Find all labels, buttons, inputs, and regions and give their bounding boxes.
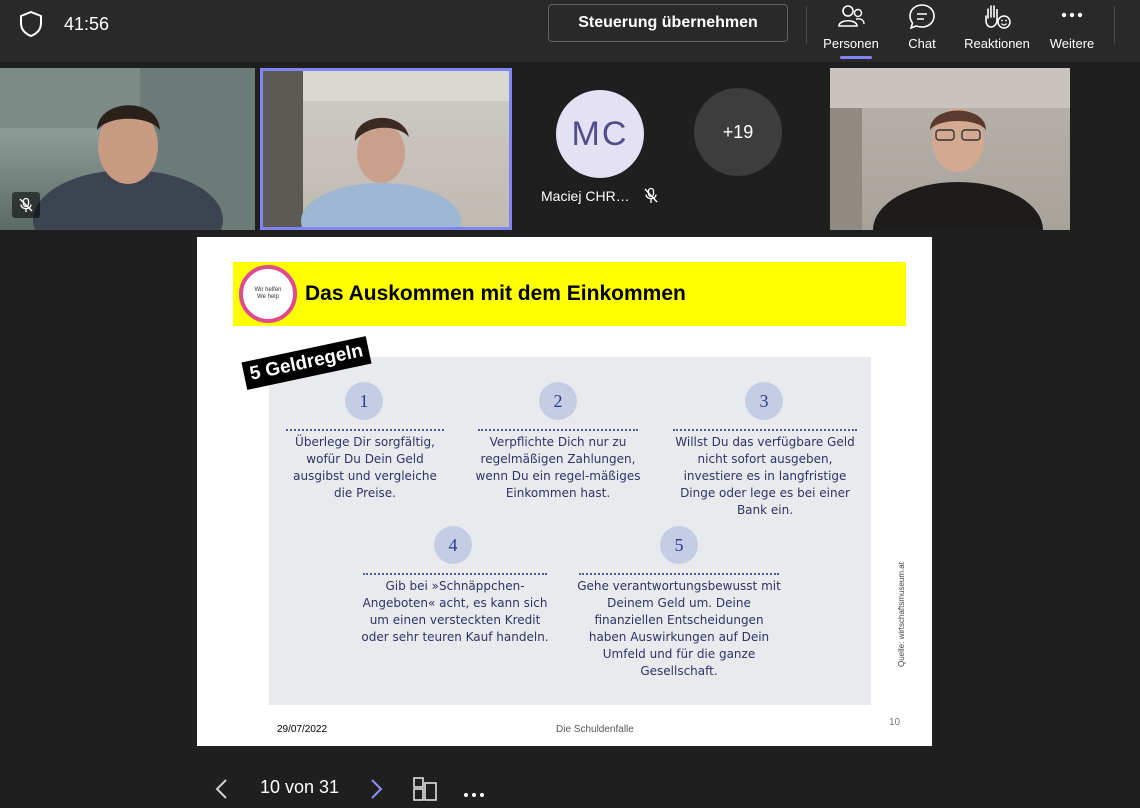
slide-title: Das Auskommen mit dem Einkommen: [305, 282, 686, 305]
chat-icon: [909, 4, 935, 30]
meeting-timer: 41:56: [64, 14, 110, 34]
wir-helfen-logo: Wir helfen We help: [239, 265, 297, 323]
rule-number: 4: [434, 526, 472, 564]
rule-text: Gehe verantwortungsbewusst mit Deinem Ge…: [577, 579, 781, 678]
rule-number: 1: [345, 382, 383, 420]
participant-avatar[interactable]: MC: [556, 90, 644, 178]
overflow-participants-button[interactable]: +19: [694, 88, 782, 176]
next-slide-button[interactable]: [366, 778, 386, 805]
slide-footer-title: Die Schuldenfalle: [556, 724, 634, 735]
logo-text-line2: We help: [257, 294, 279, 300]
participant-name: Maciej CHR…: [541, 188, 630, 204]
active-speaker-video-tile[interactable]: [260, 68, 512, 230]
rule-number: 3: [745, 382, 783, 420]
slide-pager: 10 von 31: [260, 777, 340, 797]
toolbar-divider: [806, 6, 807, 44]
participant-video-tile[interactable]: [0, 68, 255, 230]
active-tab-indicator: [840, 56, 872, 59]
chat-button[interactable]: Chat: [900, 0, 944, 58]
rule-divider: [286, 429, 444, 431]
rule-divider: [673, 429, 857, 431]
presentation-more-button[interactable]: [462, 786, 488, 804]
people-label: Personen: [823, 36, 879, 51]
chevron-right-icon: [371, 779, 383, 799]
rule-text: Gib bei »Schnäppchen-Angeboten« acht, es…: [361, 579, 549, 644]
meeting-toolbar: 41:56 Steuerung übernehmen Personen Chat…: [0, 0, 1140, 62]
more-label: Weitere: [1049, 36, 1095, 51]
people-button[interactable]: Personen: [822, 0, 880, 58]
source-note: Quelle: wirtschaftsmuseum.at: [897, 562, 906, 667]
reactions-button[interactable]: Reaktionen: [960, 0, 1034, 58]
reactions-label: Reaktionen: [964, 36, 1030, 51]
take-control-button[interactable]: Steuerung übernehmen: [548, 4, 788, 42]
rule-number: 5: [660, 526, 698, 564]
more-button[interactable]: Weitere: [1046, 0, 1098, 58]
grid-view-icon: [413, 777, 437, 801]
more-icon: [464, 793, 484, 797]
chevron-left-icon: [215, 779, 227, 799]
toolbar-divider: [1114, 6, 1115, 44]
slide-title-banner: Wir helfen We help Das Auskommen mit dem…: [233, 262, 906, 326]
shared-presentation-slide[interactable]: Wir helfen We help Das Auskommen mit dem…: [197, 237, 932, 746]
chat-label: Chat: [908, 36, 936, 51]
rule-divider: [478, 429, 638, 431]
participant-video: [830, 68, 1070, 230]
slide-thumbnails-button[interactable]: [412, 776, 438, 807]
shield-icon[interactable]: [18, 10, 44, 38]
muted-mic-badge: [12, 192, 40, 218]
rule-text: Überlege Dir sorgfältig, wofür Du Dein G…: [293, 435, 437, 500]
rule-divider: [363, 573, 547, 575]
rule-text: Verpflichte Dich nur zu regelmäßigen Zah…: [475, 435, 641, 500]
slide-page-number: 10: [889, 717, 901, 728]
logo-text-line1: Wir helfen: [254, 287, 282, 293]
participant-video: [263, 71, 509, 227]
muted-mic-badge: [643, 187, 659, 210]
rule-divider: [579, 573, 779, 575]
mic-off-icon: [644, 187, 658, 203]
more-icon: [1061, 12, 1083, 18]
participant-video-tile[interactable]: [830, 68, 1070, 230]
slide-footer-date: 29/07/2022: [277, 724, 328, 735]
mic-off-icon: [19, 197, 33, 212]
previous-slide-button[interactable]: [212, 778, 232, 805]
raise-hand-icon: [985, 5, 1011, 29]
people-icon: [838, 5, 865, 27]
rule-number: 2: [539, 382, 577, 420]
rule-text: Willst Du das verfügbare Geld nicht sofo…: [675, 435, 855, 517]
